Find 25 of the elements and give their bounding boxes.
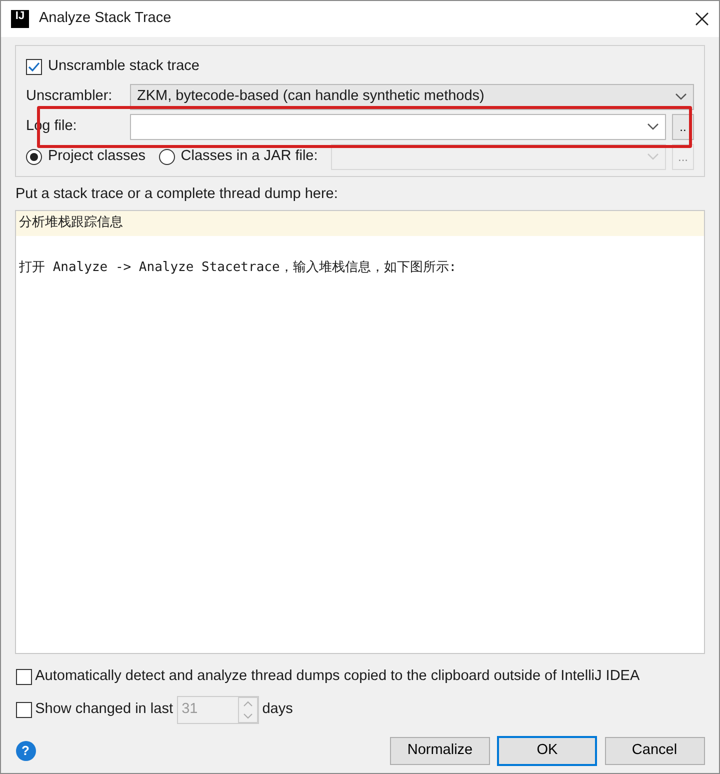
field-label: Unscrambler:	[26, 87, 114, 106]
caret-icon	[647, 153, 659, 161]
text-line: 打开 Analyze -> Analyze Stacetrace，输入堆栈信息，如下图所示:	[18, 259, 458, 278]
help-icon[interactable]: ?	[16, 740, 36, 761]
checkbox-label: Unscramble stack trace	[48, 57, 200, 76]
app-logo: IJ	[11, 10, 29, 28]
prompt-label: Put a stack trace or a complete thread dump here:	[16, 185, 339, 204]
dialog-button[interactable]: OK	[497, 736, 598, 766]
radio-label: Classes in a JAR file:	[180, 147, 318, 166]
log-file-field[interactable]	[130, 114, 666, 140]
caret-icon	[647, 123, 659, 131]
checkbox[interactable]	[16, 668, 32, 684]
caret-icon	[675, 93, 687, 101]
dialog-button[interactable]: Normalize	[390, 737, 490, 765]
stack-trace-input[interactable]: 分析堆栈跟踪信息 打开 Analyze -> Analyze Stacetrace，输入堆栈信息，如下图所示:	[15, 210, 705, 654]
window-title: Analyze Stack Trace	[39, 9, 172, 28]
close-icon[interactable]	[695, 12, 709, 26]
checkbox-label: Automatically detect and analyze thread dumps copied to the clipboard outside of IntelliJ IDEA	[35, 666, 640, 686]
checkbox-label: Show changed in last	[35, 700, 173, 720]
radio-label: Project classes	[48, 147, 146, 166]
radio-button[interactable]	[158, 149, 175, 165]
checkbox[interactable]	[26, 59, 42, 75]
suffix-label: days	[262, 700, 293, 720]
radio-button[interactable]	[26, 149, 42, 165]
dialog-button[interactable]: Cancel	[604, 737, 704, 765]
